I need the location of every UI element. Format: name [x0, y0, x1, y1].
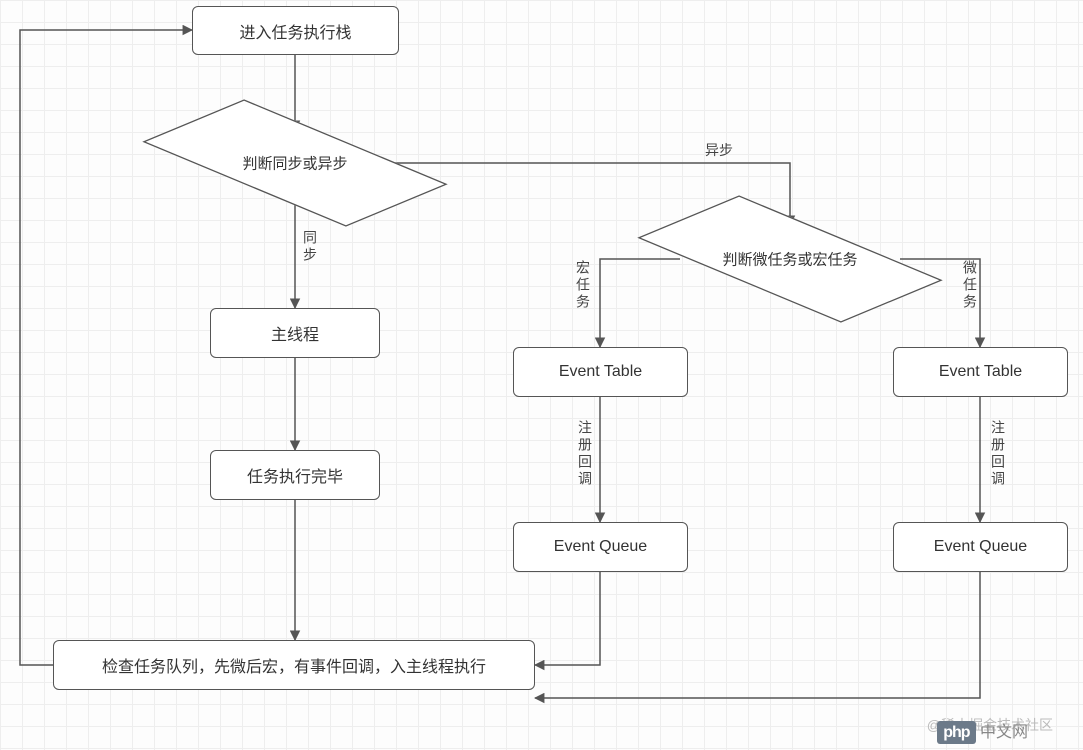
edge-label-sync: 同步 [300, 230, 320, 264]
edge-label-async: 异步 [705, 140, 733, 160]
edge-label-macro: 宏任务 [573, 260, 593, 311]
node-main-thread: 主线程 [210, 308, 380, 358]
node-decide-task-type-label: 判断微任务或宏任务 [722, 249, 857, 270]
edge-label-micro: 微任务 [960, 260, 980, 311]
logo-text: 中文网 [980, 724, 1028, 741]
node-decide-sync-label: 判断同步或异步 [242, 153, 347, 174]
edge-label-register-2: 注册回调 [988, 420, 1008, 488]
node-check-queue: 检查任务队列，先微后宏，有事件回调，入主线程执行 [53, 640, 535, 690]
logo-brand: php [937, 721, 975, 744]
node-event-queue-micro: Event Queue [893, 522, 1068, 572]
node-task-done: 任务执行完毕 [210, 450, 380, 500]
logo: php 中文网 [937, 718, 1028, 742]
edge-label-register-1: 注册回调 [575, 420, 595, 488]
node-event-table-macro: Event Table [513, 347, 688, 397]
node-event-table-micro: Event Table [893, 347, 1068, 397]
node-event-queue-macro: Event Queue [513, 522, 688, 572]
node-enter-stack: 进入任务执行栈 [192, 6, 399, 55]
